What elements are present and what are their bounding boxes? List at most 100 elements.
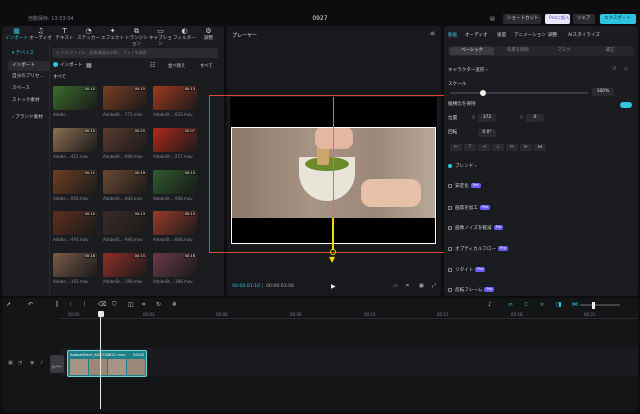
mic-icon[interactable]: ♪ [488,301,492,308]
denoise-row[interactable]: 画像ノイズを軽減 Pro [448,224,504,233]
sort-button[interactable]: 並べ替え [168,63,186,69]
tool-5[interactable]: ⧉ トランジション [124,27,149,47]
preview-icon[interactable]: ◨ [556,301,562,308]
optical-checkbox[interactable] [448,246,452,251]
freeze-icon[interactable]: ❄ [172,301,177,308]
align-button-icon[interactable]: ⋈ [534,144,546,151]
enhance-checkbox[interactable] [448,205,452,210]
align-button-icon[interactable]: ⊣ [478,144,490,151]
prop-tab-0[interactable]: 動画 [448,32,457,38]
prop-subtab-0[interactable]: ベーシック [450,47,494,55]
tool-7[interactable]: ◐ フィルター [172,27,197,41]
scale-slider[interactable] [450,89,588,96]
tool-4[interactable]: ✦ エフェクト [100,27,125,41]
media-thumbnail[interactable]: 00:10 [53,211,97,235]
align-button-icon[interactable]: ⊨ [506,144,518,151]
zoom-knob[interactable] [592,301,595,309]
prop-tab-2[interactable]: 速度 [497,32,506,38]
sidebar-item-4[interactable]: ストック素材 [8,96,50,106]
tool-6[interactable]: ▭ キャプション [148,27,173,47]
tool-3[interactable]: ◔ ステッカー [76,27,101,41]
media-thumbnail[interactable]: 00:13 [153,170,197,194]
media-thumbnail[interactable]: 00:15 [53,128,97,152]
prop-subtab-2[interactable]: マスク [542,47,586,55]
video-clip[interactable]: AdobeStock_626738621.mov 00:00 [67,350,147,377]
media-thumbnail[interactable]: 00:16 [153,253,197,277]
tool-1[interactable]: ♫ オーディオ [28,27,53,41]
sidebar-item-5[interactable]: › ブランド素材 [8,113,50,123]
align-button-icon[interactable]: ⊩ [520,144,532,151]
media-thumbnail[interactable]: 00:07 [153,128,197,152]
link-icon[interactable]: ∞ [508,301,513,308]
rotate-icon[interactable]: ↻ [156,301,161,308]
ratio-toggle[interactable] [620,102,632,108]
chain-icon[interactable]: ∝ [540,301,544,308]
prop-tab-3[interactable]: アニメーション [514,32,546,38]
rotation-handle[interactable] [332,218,334,250]
tool-8[interactable]: ⚙ 調整 [196,27,221,41]
retime-checkbox[interactable] [448,267,452,272]
reset-icon[interactable]: ↺ [612,66,616,72]
media-thumbnail[interactable]: 00:10 [53,86,97,110]
media-thumbnail[interactable]: 00:13 [153,86,197,110]
search-input[interactable]: ビデオ/ファイル、画像/動画のURL、フォトを検索 [52,48,218,58]
scale-slider-knob[interactable] [480,89,486,96]
align-button-icon[interactable]: ⊥ [492,144,504,151]
media-thumbnail[interactable]: 00:13 [153,211,197,235]
view-menu-icon[interactable]: ☷ [150,62,155,69]
pro-button[interactable]: Proに加入 [545,14,570,24]
retime-row[interactable]: リタイト Pro [448,266,486,275]
playhead[interactable] [100,313,101,409]
fullscreen-icon[interactable]: ⤢ [432,283,436,289]
shortcut-button[interactable]: ショートカット [503,14,541,24]
optical-row[interactable]: オプティカルフロー Pro [448,245,508,254]
track-eye-icon[interactable]: ◉ [30,360,34,366]
enhance-row[interactable]: 画質を加工 Pro [448,204,490,213]
sidebar-item-1[interactable]: インポート [8,61,50,71]
media-thumbnail[interactable]: 00:18 [53,253,97,277]
cover-thumb[interactable]: カバー [50,355,64,373]
pos-y-input[interactable]: 0 [526,114,544,122]
stabilize-checkbox[interactable] [448,183,452,188]
prop-tab-1[interactable]: オーディオ [465,32,488,38]
sidebar-item-0[interactable]: ▾ デバイス [8,49,50,59]
tool-0[interactable]: ▦ インポート [4,27,29,41]
align-button-icon[interactable]: ⊤ [464,144,476,151]
export-button[interactable]: エクスポート [600,14,636,24]
cursor-icon[interactable]: ➚ [6,301,11,308]
mirror-icon[interactable]: ◫ [128,301,134,308]
shield-icon[interactable]: ⛉ [112,301,117,309]
media-thumbnail[interactable]: 00:12 [53,170,97,194]
keyframe-label[interactable]: キャラクター変形 › [448,66,488,75]
playhead-handle[interactable] [97,311,104,317]
denoise-checkbox[interactable] [448,225,452,230]
aspect-icon[interactable]: ▣ [419,283,424,289]
import-toggle[interactable]: インポート [53,62,83,70]
media-thumbnail[interactable]: 00:19 [103,170,147,194]
align-button-icon[interactable]: ⊢ [450,144,462,151]
prop-subtab-3[interactable]: 補正 [588,47,632,55]
scale-input[interactable]: 100% [592,88,614,96]
delete-icon[interactable]: ⌫ [98,301,106,308]
play-icon[interactable]: ▶ [331,283,336,290]
stabilize-row[interactable]: 安定化 Pro [448,182,481,191]
track-lock-icon[interactable]: ▣ [8,360,13,366]
crop-tl-icon[interactable]: ⌗ [142,301,145,309]
media-thumbnail[interactable]: 00:13 [103,211,147,235]
freeze-checkbox[interactable] [448,287,452,292]
crop-icon[interactable]: ⌗ [406,283,409,289]
prop-tab-4[interactable]: 調整 [548,32,557,38]
magnet-icon[interactable]: ⊂ [524,301,529,308]
freeze-row[interactable]: 反転フレーム Pro [448,286,495,295]
sidebar-item-3[interactable]: スペース [8,84,50,94]
keyframe-icon[interactable]: ◇ [624,66,628,72]
ratio-icon[interactable]: ▭ [393,283,398,289]
track-mute-icon[interactable]: ♪ [40,360,43,366]
grid-view-icon[interactable]: ▦ [86,62,92,69]
blend-row[interactable]: ブレンド › [448,162,477,171]
media-thumbnail[interactable]: 00:15 [103,86,147,110]
media-thumbnail[interactable]: 00:25 [103,128,147,152]
all-filter-button[interactable]: すべて [200,63,213,69]
zoom-slider[interactable] [580,301,620,309]
split-icon[interactable]: ⫿ [56,301,58,309]
